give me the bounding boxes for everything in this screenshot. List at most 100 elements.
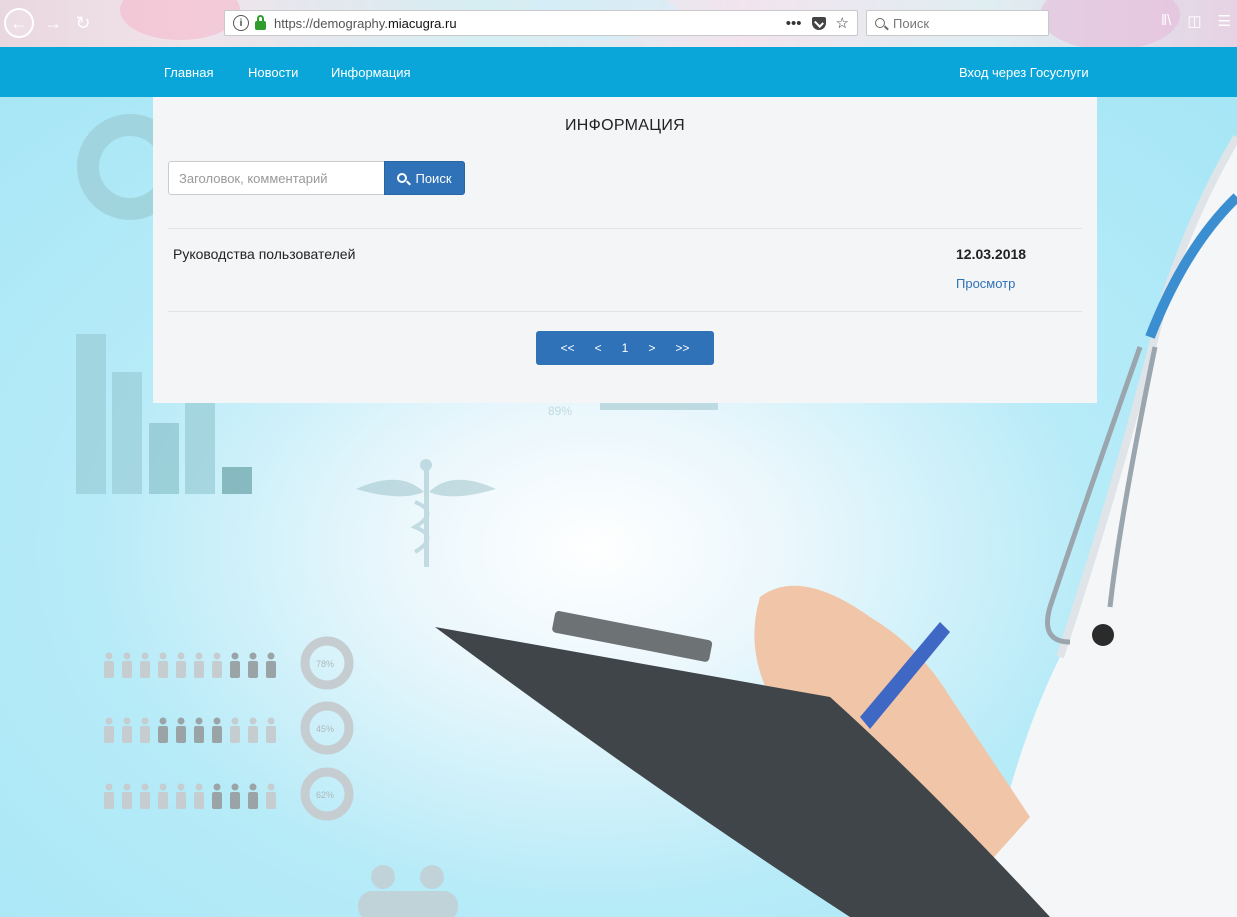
item-date: 12.03.2018 — [956, 246, 1027, 262]
search-input[interactable] — [168, 161, 385, 195]
prev-page-button[interactable]: < — [585, 341, 612, 355]
person-figure-head — [267, 717, 275, 725]
person-figure-body — [158, 726, 168, 743]
person-figure-head — [141, 783, 149, 791]
person-figure-head — [159, 652, 167, 660]
person-figure-body — [248, 726, 258, 743]
person-figure-head — [159, 783, 167, 791]
person-figure-body — [104, 792, 114, 809]
library-icon[interactable]: ‖\ — [1161, 12, 1171, 30]
page-actions-icon[interactable]: ••• — [786, 15, 802, 32]
person-figure-body — [230, 661, 240, 678]
person-figure-body — [266, 726, 276, 743]
person-figure-body — [158, 661, 168, 678]
person-figure-head — [195, 652, 203, 660]
person-figure-body — [266, 792, 276, 809]
person-figure-head — [249, 652, 257, 660]
person-figure-body — [140, 661, 150, 678]
person-figure-head — [249, 717, 257, 725]
person-figure-body — [212, 726, 222, 743]
last-page-button[interactable]: >> — [665, 341, 699, 355]
info-icon[interactable]: i — [233, 15, 249, 31]
caduceus-icon — [356, 459, 496, 567]
person-figure-head — [267, 783, 275, 791]
person-figure-head — [213, 717, 221, 725]
person-figure-body — [266, 661, 276, 678]
item-title: Руководства пользователей — [173, 246, 356, 262]
person-figure-head — [177, 652, 185, 660]
sidebar-icon[interactable]: ◫ — [1187, 12, 1201, 30]
person-figure-head — [231, 717, 239, 725]
people-row-2: 45% — [300, 701, 354, 755]
url-text: https://demography.miacugra.ru — [274, 16, 457, 31]
person-figure-body — [194, 661, 204, 678]
person-figure-body — [194, 726, 204, 743]
percent-label-1: 78% — [316, 659, 334, 669]
person-figure-body — [248, 661, 258, 678]
person-figure-head — [177, 717, 185, 725]
search-icon — [397, 173, 408, 183]
divider — [168, 228, 1082, 229]
back-icon[interactable]: ← — [4, 8, 34, 38]
person-figure-body — [194, 792, 204, 809]
nav-home-link[interactable]: Главная — [164, 65, 213, 80]
person-figure-body — [212, 661, 222, 678]
browser-toolbar: ← → ↻ i https://demography.miacugra.ru •… — [0, 0, 1237, 50]
person-figure-head — [105, 652, 113, 660]
person-figure-body — [176, 726, 186, 743]
url-prefix: https://demography. — [274, 15, 388, 31]
nav-info-link[interactable]: Информация — [331, 65, 411, 80]
first-page-button[interactable]: << — [551, 341, 585, 355]
search-icon — [875, 18, 885, 28]
person-figure-body — [104, 661, 114, 678]
person-figure-body — [158, 792, 168, 809]
current-page-button[interactable]: 1 — [612, 341, 639, 355]
person-figure-head — [177, 783, 185, 791]
person-figure-body — [122, 661, 132, 678]
person-figure-body — [140, 792, 150, 809]
person-figures-graphic — [104, 652, 276, 809]
site-navbar: Главная Новости Информация Вход через Го… — [0, 47, 1237, 97]
person-figure-head — [123, 652, 131, 660]
person-figure-head — [141, 717, 149, 725]
pocket-icon[interactable] — [811, 16, 826, 30]
person-figure-head — [213, 783, 221, 791]
pagination: << < 1 > >> — [536, 331, 714, 365]
lock-icon — [255, 14, 266, 30]
person-figure-head — [213, 652, 221, 660]
person-figure-head — [195, 783, 203, 791]
browser-search-placeholder: Поиск — [893, 15, 930, 31]
divider — [168, 311, 1082, 312]
person-figure-head — [141, 652, 149, 660]
browser-search-bar[interactable]: Поиск — [866, 10, 1049, 36]
bookmark-star-icon[interactable]: ☆ — [836, 14, 849, 32]
information-panel: ИНФОРМАЦИЯ Поиск Руководства пользовател… — [153, 97, 1097, 403]
menu-icon[interactable]: ☰ — [1218, 12, 1231, 30]
person-figure-body — [122, 726, 132, 743]
address-bar[interactable]: i https://demography.miacugra.ru ••• ☆ — [224, 10, 858, 36]
stat-percent-text: 89% — [548, 404, 572, 418]
person-figure-body — [176, 792, 186, 809]
percent-label-3: 62% — [316, 790, 334, 800]
person-figure-body — [230, 792, 240, 809]
reload-icon[interactable]: ↻ — [68, 8, 98, 38]
url-domain: miacugra.ru — [387, 15, 457, 31]
forward-icon[interactable]: → — [38, 8, 68, 38]
search-button[interactable]: Поиск — [384, 161, 465, 195]
person-figure-head — [105, 717, 113, 725]
person-figure-body — [248, 792, 258, 809]
person-figure-head — [267, 652, 275, 660]
person-figure-head — [159, 717, 167, 725]
percent-label-2: 45% — [316, 724, 334, 734]
nav-news-link[interactable]: Новости — [248, 65, 298, 80]
person-figure-body — [176, 661, 186, 678]
stat-bars-graphic: 89% — [548, 402, 718, 418]
person-figure-head — [231, 783, 239, 791]
page-title: ИНФОРМАЦИЯ — [564, 117, 686, 134]
person-figure-head — [195, 717, 203, 725]
person-figure-head — [105, 783, 113, 791]
person-figure-head — [123, 783, 131, 791]
next-page-button[interactable]: > — [638, 341, 665, 355]
view-link[interactable]: Просмотр — [956, 276, 1015, 291]
gosuslugi-login-link[interactable]: Вход через Госуслуги — [959, 65, 1089, 80]
